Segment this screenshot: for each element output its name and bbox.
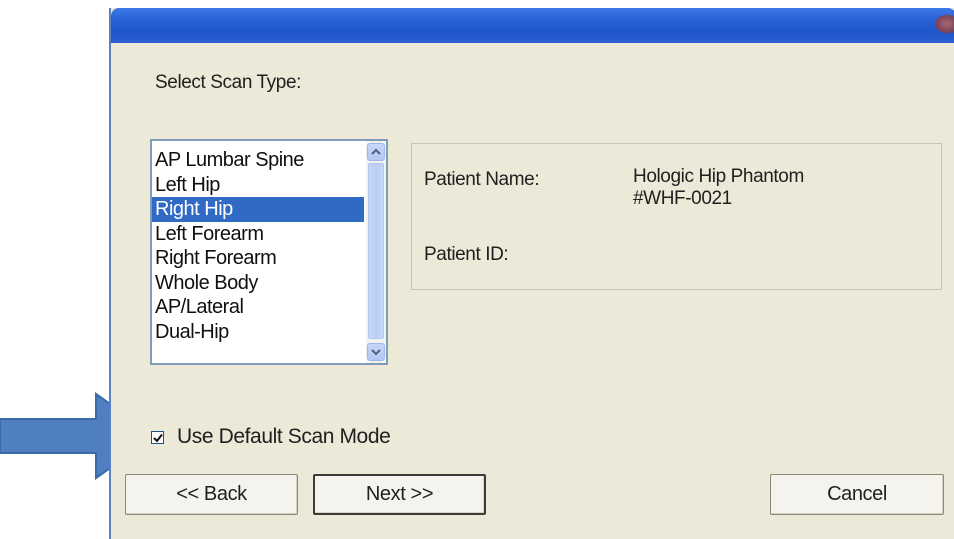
list-item-dual-hip[interactable]: Dual-Hip (152, 320, 364, 345)
next-button[interactable]: Next >> (313, 474, 486, 515)
listbox-scrollbar[interactable] (366, 141, 386, 363)
patient-id-label: Patient ID: (424, 244, 509, 265)
list-item-right-hip[interactable]: Right Hip (152, 197, 364, 222)
chevron-up-icon (371, 148, 381, 155)
patient-name-label: Patient Name: (424, 169, 540, 190)
list-item-right-forearm[interactable]: Right Forearm (152, 246, 364, 271)
default-scan-mode-label: Use Default Scan Mode (177, 425, 391, 448)
scan-type-dialog: Select Scan Type: AP Lumbar Spine Left H… (109, 8, 954, 539)
default-scan-mode-row[interactable]: Use Default Scan Mode (151, 424, 391, 450)
scan-type-listbox[interactable]: AP Lumbar Spine Left Hip Right Hip Left … (150, 139, 388, 365)
back-button[interactable]: << Back (125, 474, 298, 515)
screenshot-stage: Select Scan Type: AP Lumbar Spine Left H… (0, 0, 954, 539)
list-item-ap-lateral[interactable]: AP/Lateral (152, 295, 364, 320)
scan-type-list: AP Lumbar Spine Left Hip Right Hip Left … (152, 148, 364, 344)
patient-name-line2: #WHF-0021 (633, 188, 732, 209)
scroll-down-button[interactable] (367, 343, 385, 361)
patient-name-value: Hologic Hip Phantom #WHF-0021 (633, 166, 804, 210)
select-scan-type-label: Select Scan Type: (155, 72, 301, 93)
close-icon[interactable] (934, 14, 954, 34)
title-bar[interactable] (111, 8, 954, 43)
list-item-ap-lumbar-spine[interactable]: AP Lumbar Spine (152, 148, 364, 173)
list-item-whole-body[interactable]: Whole Body (152, 271, 364, 296)
list-item-left-forearm[interactable]: Left Forearm (152, 222, 364, 247)
chevron-down-icon (371, 349, 381, 356)
default-scan-mode-checkbox[interactable] (151, 430, 164, 444)
cancel-button[interactable]: Cancel (770, 474, 944, 515)
scroll-up-button[interactable] (367, 143, 385, 161)
patient-name-line1: Hologic Hip Phantom (633, 166, 804, 187)
list-item-left-hip[interactable]: Left Hip (152, 173, 364, 198)
scroll-thumb[interactable] (368, 163, 384, 339)
checkmark-icon (153, 433, 163, 443)
patient-info-panel: Patient Name: Hologic Hip Phantom #WHF-0… (411, 143, 942, 290)
